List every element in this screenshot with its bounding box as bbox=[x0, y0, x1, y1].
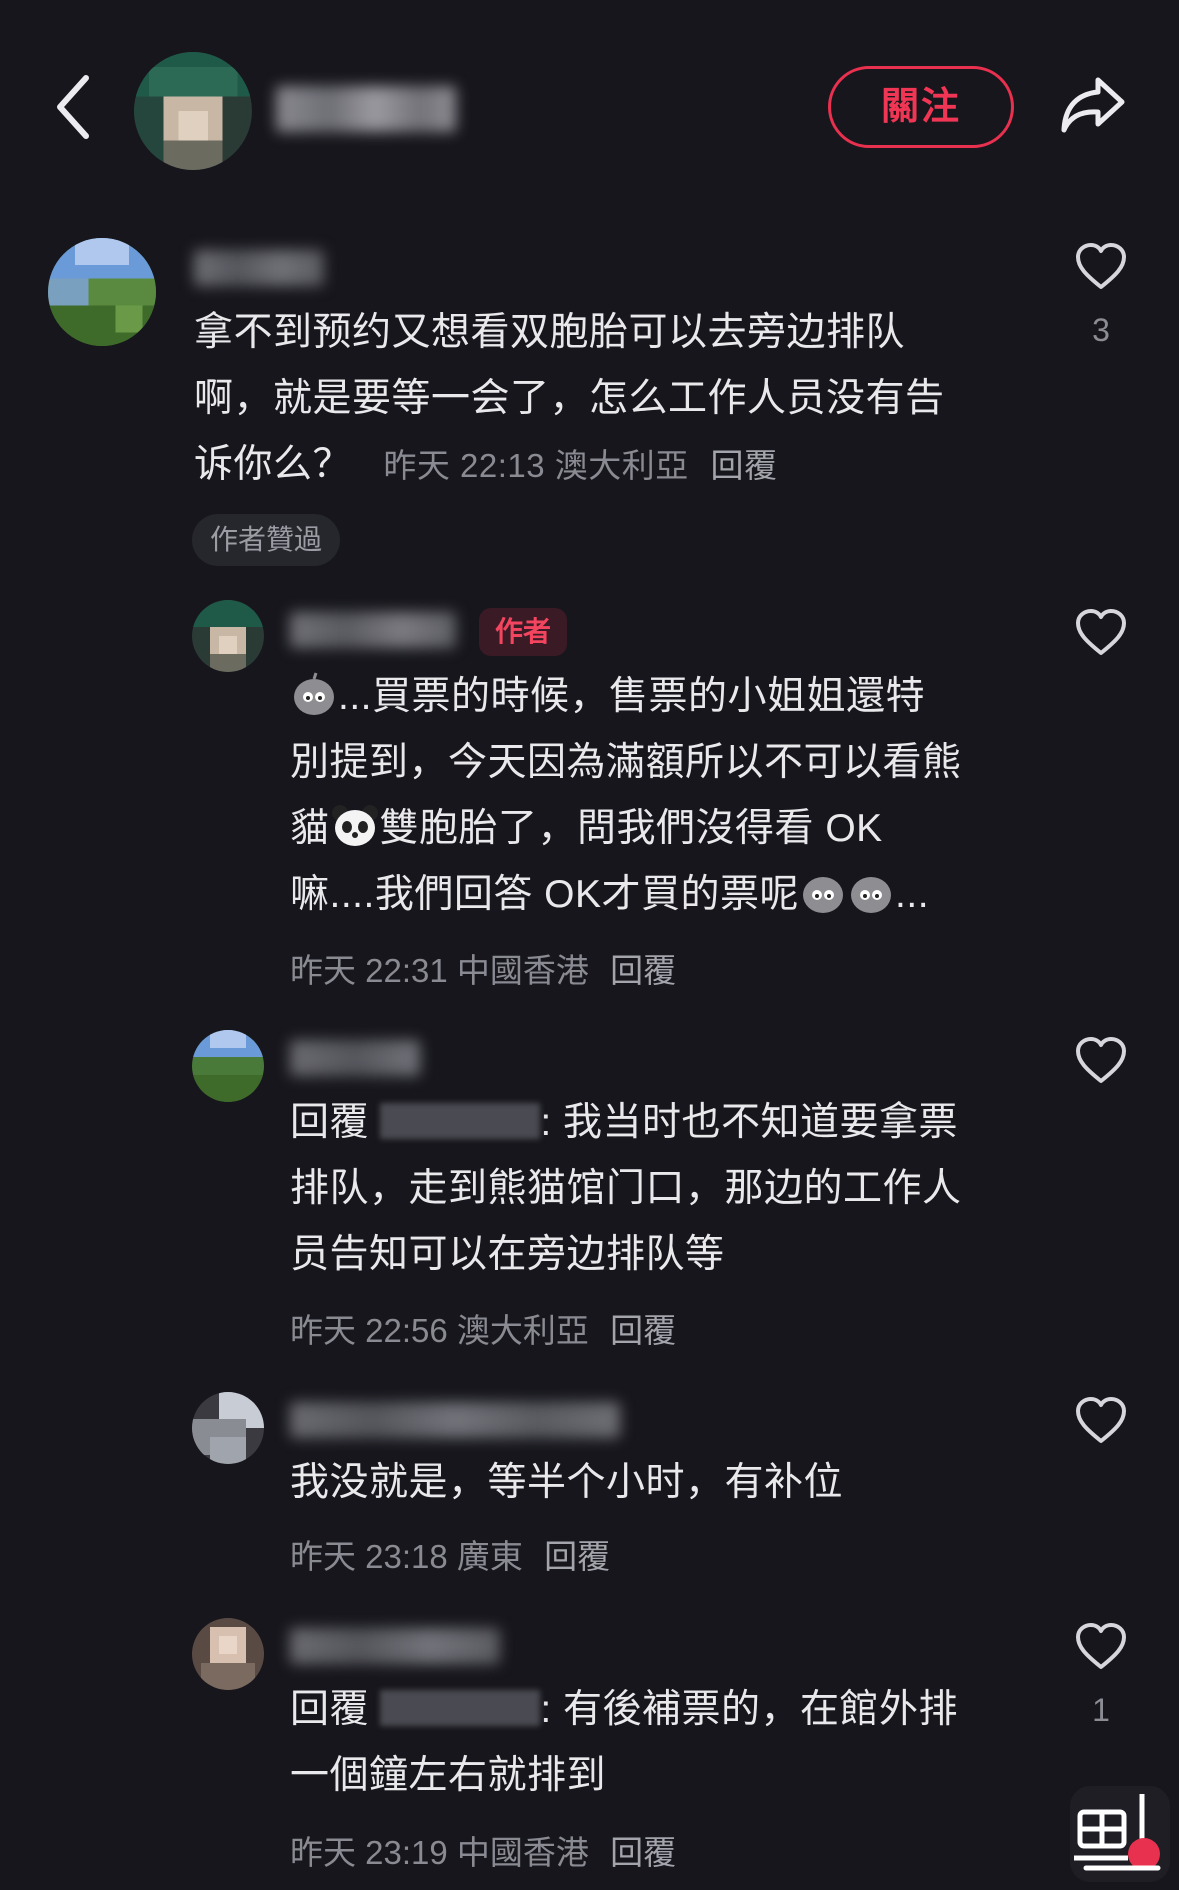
author-avatar[interactable] bbox=[134, 52, 252, 170]
grey-blob-emoji-icon bbox=[851, 877, 892, 913]
follow-button[interactable]: 關注 bbox=[828, 66, 1014, 148]
reply-avatar[interactable] bbox=[192, 1392, 264, 1464]
comment-time: 昨天 22:13 bbox=[383, 447, 546, 484]
comment-reply-button[interactable]: 回覆 bbox=[710, 447, 777, 484]
watermark-logo-icon bbox=[1070, 1786, 1170, 1882]
grey-blob-emoji-icon bbox=[803, 877, 844, 913]
reply-username-redacted[interactable] bbox=[290, 612, 456, 648]
reply-meta: 昨天 22:31 中國香港 回覆 bbox=[290, 952, 677, 989]
comment-location: 澳大利亞 bbox=[554, 447, 689, 484]
panda-emoji-icon bbox=[331, 805, 378, 846]
comment-text: 拿不到预约又想看双胞胎可以去旁边排队 啊，就是要等一会了，怎么工作人员没有告 诉… bbox=[194, 311, 945, 486]
reply-text: ...買票的時候，售票的小姐姐還特 別提到，今天因為滿額所以不可以看熊 貓雙胞胎… bbox=[290, 664, 1030, 928]
reply-text: 我没就是，等半个小时，有补位 bbox=[290, 1461, 844, 1504]
mentioned-user-redacted[interactable] bbox=[380, 1103, 541, 1139]
reply-avatar[interactable] bbox=[192, 1618, 264, 1690]
reply-meta: 昨天 22:56 澳大利亞 回覆 bbox=[290, 1312, 677, 1349]
like-count: 1 bbox=[1092, 1692, 1110, 1728]
like-count: 3 bbox=[1092, 312, 1110, 348]
like-heart-icon[interactable] bbox=[1074, 1396, 1128, 1446]
author-username-redacted[interactable] bbox=[276, 86, 456, 132]
reply-text: 回覆 : 有後補票的，在館外排 一個鐘左右就排到 bbox=[290, 1688, 959, 1797]
like-heart-icon[interactable] bbox=[1074, 608, 1128, 658]
reply-username-redacted[interactable] bbox=[290, 1402, 620, 1438]
reply-text: 回覆 : 我当时也不知道要拿票 排队，走到熊猫馆门口，那边的工作人 员告知可以在… bbox=[290, 1101, 962, 1276]
mentioned-user-redacted[interactable] bbox=[380, 1690, 541, 1726]
reply-meta: 昨天 23:19 中國香港 回覆 bbox=[290, 1834, 677, 1871]
like-heart-icon[interactable] bbox=[1074, 242, 1128, 292]
like-heart-icon[interactable] bbox=[1074, 1036, 1128, 1086]
comment-meta: 昨天 22:13 澳大利亞 回覆 bbox=[383, 447, 777, 484]
commenter-username-redacted[interactable] bbox=[194, 250, 324, 286]
like-heart-icon[interactable] bbox=[1074, 1622, 1128, 1672]
reply-username-redacted[interactable] bbox=[290, 1628, 500, 1664]
reply-reply-button[interactable]: 回覆 bbox=[610, 1312, 676, 1349]
reply-reply-button[interactable]: 回覆 bbox=[610, 952, 676, 989]
author-tag: 作者 bbox=[479, 608, 568, 656]
commenter-avatar[interactable] bbox=[48, 238, 156, 346]
share-arrow-icon[interactable] bbox=[1058, 74, 1128, 136]
reply-reply-button[interactable]: 回覆 bbox=[610, 1834, 676, 1871]
reply-username-redacted[interactable] bbox=[290, 1040, 420, 1076]
reply-meta: 昨天 23:18 廣東 回覆 bbox=[290, 1538, 611, 1575]
author-liked-tag: 作者贊過 bbox=[192, 514, 341, 566]
reply-avatar[interactable] bbox=[192, 1030, 264, 1102]
grey-blob-emoji-icon bbox=[294, 672, 334, 715]
back-chevron-icon[interactable] bbox=[48, 72, 98, 142]
reply-avatar[interactable] bbox=[192, 600, 264, 672]
reply-reply-button[interactable]: 回覆 bbox=[544, 1538, 610, 1575]
